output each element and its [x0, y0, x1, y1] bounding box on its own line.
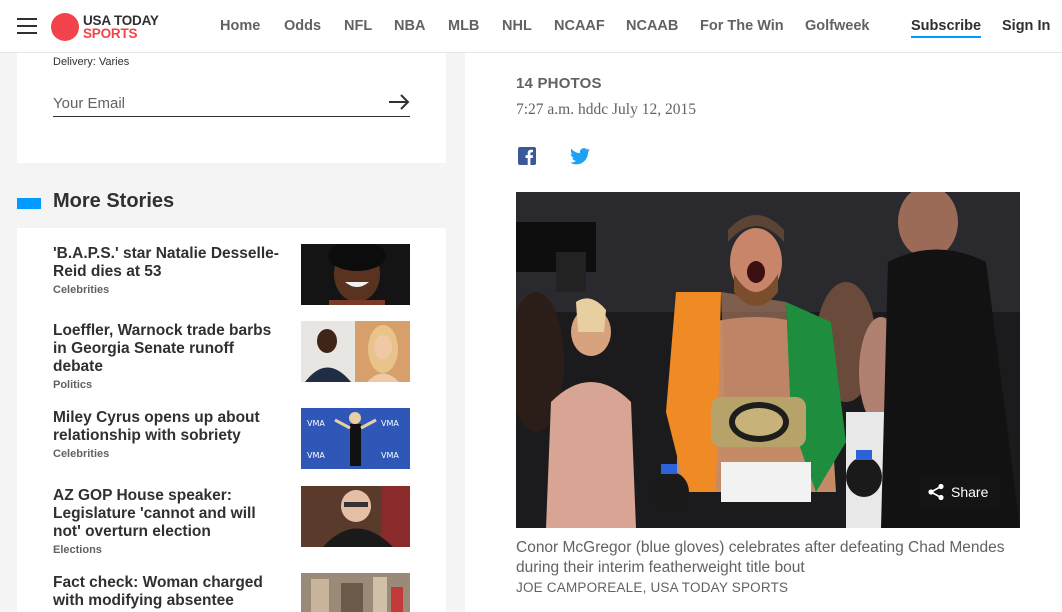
- story-category: Celebrities: [53, 448, 110, 460]
- svg-text:VMA: VMA: [381, 419, 399, 428]
- nav-golfweek[interactable]: Golfweek: [805, 18, 869, 34]
- story-headline: AZ GOP House speaker: Legislature 'canno…: [53, 487, 256, 540]
- share-icon: [928, 483, 944, 500]
- timestamp: 7:27 a.m. hddc July 12, 2015: [516, 101, 696, 118]
- story-category: Celebrities: [53, 284, 110, 296]
- story-thumbnail: [301, 573, 410, 612]
- story-item[interactable]: 'B.A.P.S.' star Natalie Desselle-Reid di…: [53, 244, 410, 307]
- share-label: Share: [951, 483, 989, 500]
- story-headline: Miley Cyrus opens up about relationship …: [53, 409, 260, 444]
- story-thumbnail: [301, 486, 410, 547]
- photo-credit: JOE CAMPOREALE, USA TODAY SPORTS: [516, 580, 789, 595]
- site-logo[interactable]: USA TODAY SPORTS: [51, 12, 159, 41]
- story-headline: Loeffler, Warnock trade barbs in Georgia…: [53, 322, 272, 375]
- nav-for-the-win[interactable]: For The Win: [700, 18, 784, 34]
- nav-home[interactable]: Home: [220, 18, 260, 34]
- story-headline: 'B.A.P.S.' star Natalie Desselle-Reid di…: [53, 245, 279, 280]
- nav-ncaaf[interactable]: NCAAF: [554, 18, 605, 34]
- logo-circle: [51, 12, 79, 41]
- twitter-icon[interactable]: [570, 148, 590, 165]
- story-item[interactable]: Loeffler, Warnock trade barbs in Georgia…: [53, 321, 410, 392]
- sign-in-link[interactable]: Sign In: [1002, 18, 1050, 34]
- svg-text:VMA: VMA: [307, 451, 325, 460]
- story-item[interactable]: Miley Cyrus opens up about relationship …: [53, 408, 410, 471]
- story-item[interactable]: AZ GOP House speaker: Legislature 'canno…: [53, 486, 410, 557]
- logo-line-2: SPORTS: [83, 25, 138, 41]
- svg-text:VMA: VMA: [307, 419, 325, 428]
- logo-line-1: USA TODAY: [83, 12, 159, 28]
- nav-nba[interactable]: NBA: [394, 18, 425, 34]
- share-button[interactable]: Share: [919, 476, 1000, 507]
- email-input[interactable]: [53, 91, 410, 117]
- section-marker: [17, 198, 41, 209]
- story-thumbnail: [301, 244, 410, 305]
- photo-caption: Conor McGregor (blue gloves) celebrates …: [516, 539, 1005, 576]
- nav-nhl[interactable]: NHL: [502, 18, 532, 34]
- more-stories-title: More Stories: [53, 190, 175, 212]
- story-category: Politics: [53, 379, 93, 391]
- story-thumbnail: [301, 321, 410, 382]
- svg-text:VMA: VMA: [381, 451, 399, 460]
- arrow-right-icon[interactable]: [388, 94, 410, 110]
- nav-ncaab[interactable]: NCAAB: [626, 18, 678, 34]
- nav-mlb[interactable]: MLB: [448, 18, 479, 34]
- story-category: Elections: [53, 544, 102, 556]
- facebook-icon[interactable]: [518, 147, 536, 165]
- hamburger-menu-icon[interactable]: [17, 18, 37, 34]
- newsletter-delivery: Delivery: Varies: [53, 56, 130, 68]
- story-headline: Fact check: Woman charged with modifying…: [53, 574, 263, 609]
- subscribe-link[interactable]: Subscribe: [911, 18, 982, 38]
- site-header: USA TODAY SPORTS Home Odds NFL NBA MLB N…: [0, 0, 1062, 53]
- story-thumbnail: VMA VMA VMA VMA: [301, 408, 410, 469]
- nav-nfl[interactable]: NFL: [344, 18, 372, 34]
- nav-odds[interactable]: Odds: [284, 18, 321, 34]
- photo-count: 14 PHOTOS: [516, 75, 602, 92]
- story-item[interactable]: Fact check: Woman charged with modifying…: [53, 573, 410, 612]
